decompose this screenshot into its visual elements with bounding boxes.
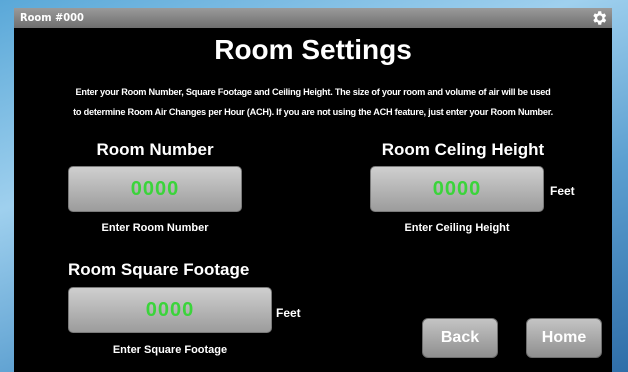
ceiling-height-label: Room Celing Height xyxy=(381,140,545,159)
instructions-line-1: Enter your Room Number, Square Footage a… xyxy=(75,87,551,97)
square-footage-unit: Feet xyxy=(276,306,301,320)
instructions-line-2: to determine Room Air Changes per Hour (… xyxy=(73,107,553,117)
square-footage-hint: Enter Square Footage xyxy=(112,344,228,356)
square-footage-label: Room Square Footage xyxy=(68,260,250,279)
home-button[interactable]: Home xyxy=(526,318,602,358)
window-title: Room #000 xyxy=(20,11,84,24)
room-settings-screen: Room #000 Room Settings Enter your Room … xyxy=(14,8,612,372)
title-bar: Room #000 xyxy=(14,8,612,28)
ceiling-height-field[interactable]: 0000 xyxy=(370,166,544,212)
back-button[interactable]: Back xyxy=(422,318,498,358)
page-title: Room Settings xyxy=(214,34,412,65)
room-number-label: Room Number xyxy=(96,140,214,159)
gear-icon[interactable] xyxy=(590,9,608,27)
room-number-field[interactable]: 0000 xyxy=(68,166,242,212)
square-footage-field[interactable]: 0000 xyxy=(68,287,272,333)
ceiling-height-hint: Enter Ceiling Height xyxy=(404,222,510,234)
room-number-hint: Enter Room Number xyxy=(101,222,209,234)
ceiling-height-unit: Feet xyxy=(550,184,575,198)
instructions-text: Enter your Room Number, Square Footage a… xyxy=(20,82,606,122)
